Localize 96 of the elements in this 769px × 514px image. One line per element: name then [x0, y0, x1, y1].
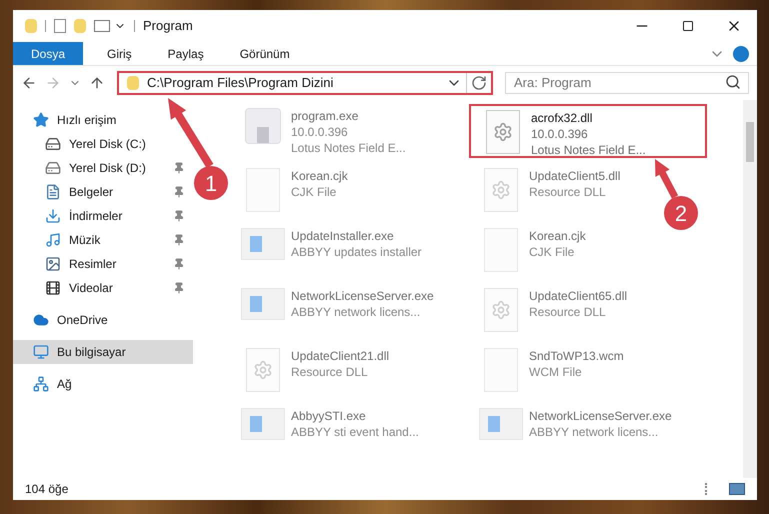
drive-icon [45, 160, 61, 176]
app-window-icon [479, 408, 523, 440]
file-item[interactable]: Korean.cjk CJK File [231, 164, 352, 218]
sidebar-item[interactable]: OneDrive [13, 308, 120, 332]
file-name: UpdateClient5.dll [529, 168, 620, 184]
file-name: UpdateInstaller.exe [291, 228, 395, 244]
gear-file-icon [246, 348, 280, 392]
file-detail: WCM File [529, 364, 583, 380]
file-item[interactable]: UpdateClient65.dll Resource DLL [469, 284, 632, 338]
blank-file-icon [484, 348, 518, 392]
monitor-icon [33, 344, 49, 360]
up-icon[interactable] [89, 75, 105, 91]
gear-file-icon [484, 288, 518, 332]
file-detail: CJK File [529, 244, 576, 260]
file-detail: 10.0.0.396 [291, 124, 349, 140]
gear-file-icon [486, 110, 520, 154]
file-item[interactable]: NetworkLicenseServer.exe ABBYY network licens... [469, 404, 676, 458]
sidebar-item[interactable]: İndirmeler [13, 204, 193, 228]
file-item[interactable]: acrofx32.dll 10.0.0.396 Lotus Notes Field E... [469, 104, 707, 158]
file-detail: Lotus Notes Field E... [291, 140, 406, 156]
sidebar-item[interactable]: Hızlı erişim [13, 108, 128, 132]
folder-icon [127, 76, 139, 90]
file-detail: Resource DLL [291, 364, 369, 380]
pin-icon[interactable] [173, 234, 185, 246]
pin-icon[interactable] [173, 186, 185, 198]
sidebar-item[interactable]: Bu bilgisayar [13, 340, 193, 364]
network-icon [33, 376, 49, 392]
file-name: SndToWP13.wcm [529, 348, 624, 364]
app-window-icon [241, 408, 285, 440]
file-detail: ABBYY network licens... [529, 424, 660, 440]
pin-icon[interactable] [173, 258, 185, 270]
app-window-icon [241, 228, 285, 260]
arrow-drawing [655, 159, 678, 199]
app-window-icon [241, 288, 285, 320]
file-item[interactable]: UpdateClient21.dll Resource DLL [231, 344, 394, 398]
file-name: AbbyySTI.exe [291, 408, 367, 424]
file-name: Korean.cjk [291, 168, 348, 184]
star-icon [33, 112, 49, 128]
search-field[interactable]: Ara: Program [505, 72, 749, 94]
file-item[interactable]: Korean.cjk CJK File [469, 224, 590, 278]
ribbon-tab[interactable]: Görünüm [228, 42, 302, 65]
item-count: 104 öğe [25, 481, 68, 498]
drive-icon [45, 136, 61, 152]
blank-file-icon [484, 228, 518, 272]
window-title: Program [143, 17, 193, 36]
ribbon-tab[interactable]: Giriş [95, 42, 144, 65]
pin-icon[interactable] [173, 282, 185, 294]
file-name: acrofx32.dll [531, 110, 594, 126]
cloud-icon [33, 312, 49, 328]
document-icon [45, 184, 61, 200]
help-icon[interactable] [733, 46, 749, 62]
file-detail: ABBYY sti event hand... [291, 424, 419, 440]
large-icons-view-icon[interactable] [729, 483, 745, 495]
file-item[interactable]: UpdateClient5.dll Resource DLL [469, 164, 624, 218]
file-name: UpdateClient21.dll [291, 348, 390, 364]
file-name: Korean.cjk [529, 228, 586, 244]
maximize-icon[interactable] [682, 20, 694, 32]
file-detail: ABBYY network licens... [291, 304, 422, 320]
file-detail: ABBYY updates installer [291, 244, 422, 260]
download-icon [45, 208, 61, 224]
forward-icon[interactable] [45, 75, 61, 91]
scrollbar[interactable] [743, 100, 757, 478]
sidebar-item[interactable]: Yerel Disk (D:) [13, 156, 193, 180]
refresh-icon[interactable] [471, 75, 487, 91]
file-item[interactable]: SndToWP13.wcm WCM File [469, 344, 628, 398]
ribbon-tab[interactable]: Paylaş [156, 42, 216, 65]
film-icon [45, 280, 61, 296]
back-icon[interactable] [21, 75, 37, 91]
address-field[interactable]: C:\Program Files\Program Dizini [117, 71, 493, 95]
gear-file-icon [484, 168, 518, 212]
file-item[interactable]: AbbyySTI.exe ABBYY sti event hand... [231, 404, 423, 458]
picture-icon [45, 256, 61, 272]
arrow-drawing [168, 98, 214, 168]
file-item[interactable]: NetworkLicenseServer.exe ABBYY network licens... [231, 284, 438, 338]
file-name: NetworkLicenseServer.exe [291, 288, 434, 304]
file-detail: 10.0.0.396 [531, 126, 589, 142]
pin-icon[interactable] [173, 162, 185, 174]
sidebar-item[interactable]: Resimler [13, 252, 193, 276]
sidebar-item[interactable]: Müzik [13, 228, 193, 252]
file-detail: Lotus Notes Field E... [531, 142, 646, 158]
sidebar-item[interactable]: Videolar [13, 276, 193, 300]
file-detail: Resource DLL [529, 184, 607, 200]
file-name: UpdateClient65.dll [529, 288, 628, 304]
sidebar-item[interactable]: Belgeler [13, 180, 193, 204]
blank-file-icon [246, 168, 280, 212]
pin-icon[interactable] [173, 210, 185, 222]
file-item[interactable]: program.exe 10.0.0.396 Lotus Notes Field E... [231, 104, 410, 158]
sidebar-item[interactable]: Yerel Disk (C:) [13, 132, 158, 156]
file-item[interactable]: UpdateInstaller.exe ABBYY updates installer [231, 224, 426, 278]
file-name: program.exe [291, 108, 360, 124]
file-name: NetworkLicenseServer.exe [529, 408, 672, 424]
music-note-icon [45, 232, 61, 248]
file-detail: Resource DLL [529, 304, 607, 320]
file-detail: CJK File [291, 184, 338, 200]
search-icon[interactable] [725, 74, 741, 90]
sidebar-item[interactable]: Ağ [13, 372, 84, 396]
